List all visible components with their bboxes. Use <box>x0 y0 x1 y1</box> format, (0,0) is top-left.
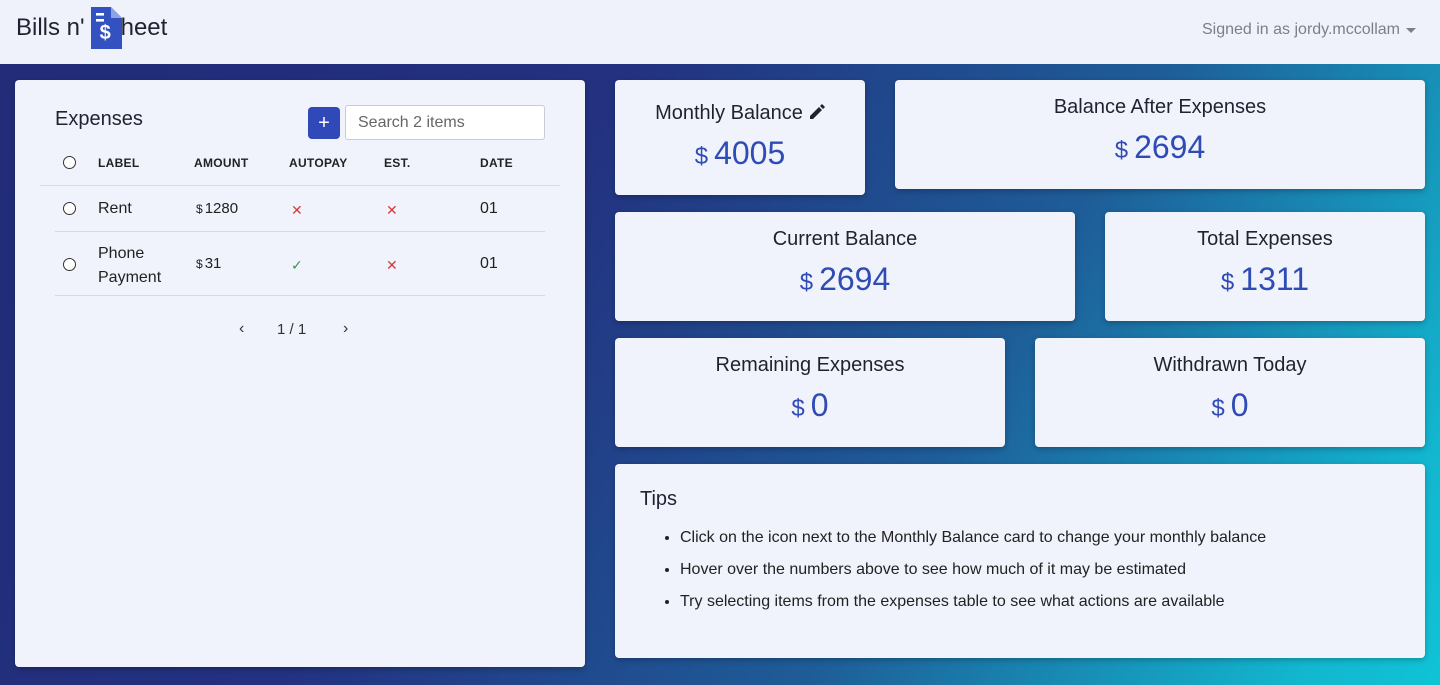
user-menu-dropdown[interactable]: Signed in as jordy.mccollam <box>1202 21 1416 39</box>
balance-after-expenses-value[interactable]: $2694 <box>895 129 1425 166</box>
expense-label-line1: Phone <box>98 245 145 262</box>
table-row[interactable]: Rent $1280 ✕ ✕ 01 <box>55 187 545 232</box>
expenses-card: Expenses + LABEL AMOUNT AUTOPAY EST. DAT… <box>15 80 585 667</box>
current-balance-value[interactable]: $2694 <box>615 261 1075 298</box>
estimated-no-icon: ✕ <box>386 202 398 218</box>
current-balance-amount: 2694 <box>819 261 891 297</box>
column-header-amount[interactable]: AMOUNT <box>194 156 248 170</box>
row-select-radio[interactable] <box>63 202 76 215</box>
expense-label: Phone Payment <box>98 242 161 290</box>
tip-item: Hover over the numbers above to see how … <box>680 554 1266 586</box>
currency-symbol: $ <box>1114 137 1129 164</box>
currency-symbol: $ <box>791 395 805 422</box>
expense-label-line2: Payment <box>98 269 162 286</box>
next-page-button[interactable]: › <box>343 320 348 338</box>
add-expense-button[interactable]: + <box>308 107 340 139</box>
currency-symbol: $ <box>196 257 203 271</box>
edit-pencil-icon[interactable] <box>809 103 825 126</box>
remaining-expenses-amount: 0 <box>810 387 829 423</box>
caret-down-icon <box>1406 27 1416 33</box>
pagination: ‹ 1 / 1 › <box>15 320 585 340</box>
tips-card: Tips Click on the icon next to the Month… <box>615 464 1425 658</box>
expense-label: Rent <box>98 200 132 217</box>
page-indicator: 1 / 1 <box>277 321 307 338</box>
estimated-no-icon: ✕ <box>386 257 398 273</box>
document-dollar-icon: $ <box>90 7 122 49</box>
current-balance-title: Current Balance <box>772 228 918 250</box>
remaining-expenses-value[interactable]: $0 <box>615 387 1005 424</box>
monthly-balance-title-text: Monthly Balance <box>655 102 803 124</box>
expenses-table-header: LABEL AMOUNT AUTOPAY EST. DATE <box>40 146 560 186</box>
expense-date: 01 <box>480 200 498 217</box>
withdrawn-today-card: Withdrawn Today $0 <box>1035 338 1425 447</box>
monthly-balance-title: Monthly Balance <box>615 102 865 126</box>
monthly-balance-card: Monthly Balance $4005 <box>615 80 865 195</box>
select-all-radio[interactable] <box>63 156 76 169</box>
navbar: Bills n' $ heet Signed in as jordy.mccol… <box>0 0 1440 64</box>
column-header-label[interactable]: LABEL <box>98 156 140 170</box>
total-expenses-card: Total Expenses $1311 <box>1105 212 1425 321</box>
column-header-date[interactable]: DATE <box>480 156 513 170</box>
remaining-expenses-card: Remaining Expenses $0 <box>615 338 1005 447</box>
brand-logo[interactable]: Bills n' $ heet <box>16 2 167 54</box>
currency-symbol: $ <box>1211 395 1225 422</box>
currency-symbol: $ <box>1220 269 1235 296</box>
expenses-search-input[interactable] <box>345 105 545 140</box>
currency-symbol: $ <box>196 202 203 216</box>
total-expenses-value[interactable]: $1311 <box>1105 261 1425 298</box>
brand-text-part1: Bills n' <box>16 14 85 41</box>
row-select-radio[interactable] <box>63 258 76 271</box>
previous-page-button[interactable]: ‹ <box>239 320 244 338</box>
currency-symbol: $ <box>694 143 709 170</box>
currency-symbol: $ <box>799 269 814 296</box>
balance-after-expenses-card: Balance After Expenses $2694 <box>895 80 1425 189</box>
expense-amount: $1280 <box>196 200 238 217</box>
monthly-balance-value[interactable]: $4005 <box>615 135 865 172</box>
expense-date: 01 <box>480 255 498 272</box>
autopay-no-icon: ✕ <box>291 202 303 218</box>
logo-dollar-glyph: $ <box>99 22 111 44</box>
withdrawn-today-title: Withdrawn Today <box>1153 354 1307 376</box>
withdrawn-today-amount: 0 <box>1230 387 1249 423</box>
amount-value: 31 <box>204 255 222 272</box>
tips-title: Tips <box>640 488 678 510</box>
column-header-autopay[interactable]: AUTOPAY <box>289 156 348 170</box>
dashboard-background: Expenses + LABEL AMOUNT AUTOPAY EST. DAT… <box>0 64 1440 685</box>
withdrawn-today-value[interactable]: $0 <box>1035 387 1425 424</box>
brand-text-part2: heet <box>120 14 168 41</box>
tips-list: Click on the icon next to the Monthly Ba… <box>680 522 1266 618</box>
tip-item: Click on the icon next to the Monthly Ba… <box>680 522 1266 554</box>
expense-amount: $31 <box>196 255 221 272</box>
amount-value: 1280 <box>204 200 239 217</box>
remaining-expenses-title: Remaining Expenses <box>715 354 905 376</box>
autopay-yes-icon: ✓ <box>291 257 303 273</box>
balance-after-expenses-title: Balance After Expenses <box>1053 96 1267 118</box>
tip-item: Try selecting items from the expenses ta… <box>680 586 1266 618</box>
column-header-estimated[interactable]: EST. <box>384 156 411 170</box>
total-expenses-title: Total Expenses <box>1197 228 1333 250</box>
total-expenses-amount: 1311 <box>1240 261 1310 297</box>
user-menu-label: Signed in as jordy.mccollam <box>1201 21 1400 38</box>
monthly-balance-amount: 4005 <box>714 135 786 171</box>
current-balance-card: Current Balance $2694 <box>615 212 1075 321</box>
expenses-title: Expenses <box>55 108 143 130</box>
table-row[interactable]: Phone Payment $31 ✓ ✕ 01 <box>55 232 545 296</box>
balance-after-expenses-amount: 2694 <box>1134 129 1206 165</box>
